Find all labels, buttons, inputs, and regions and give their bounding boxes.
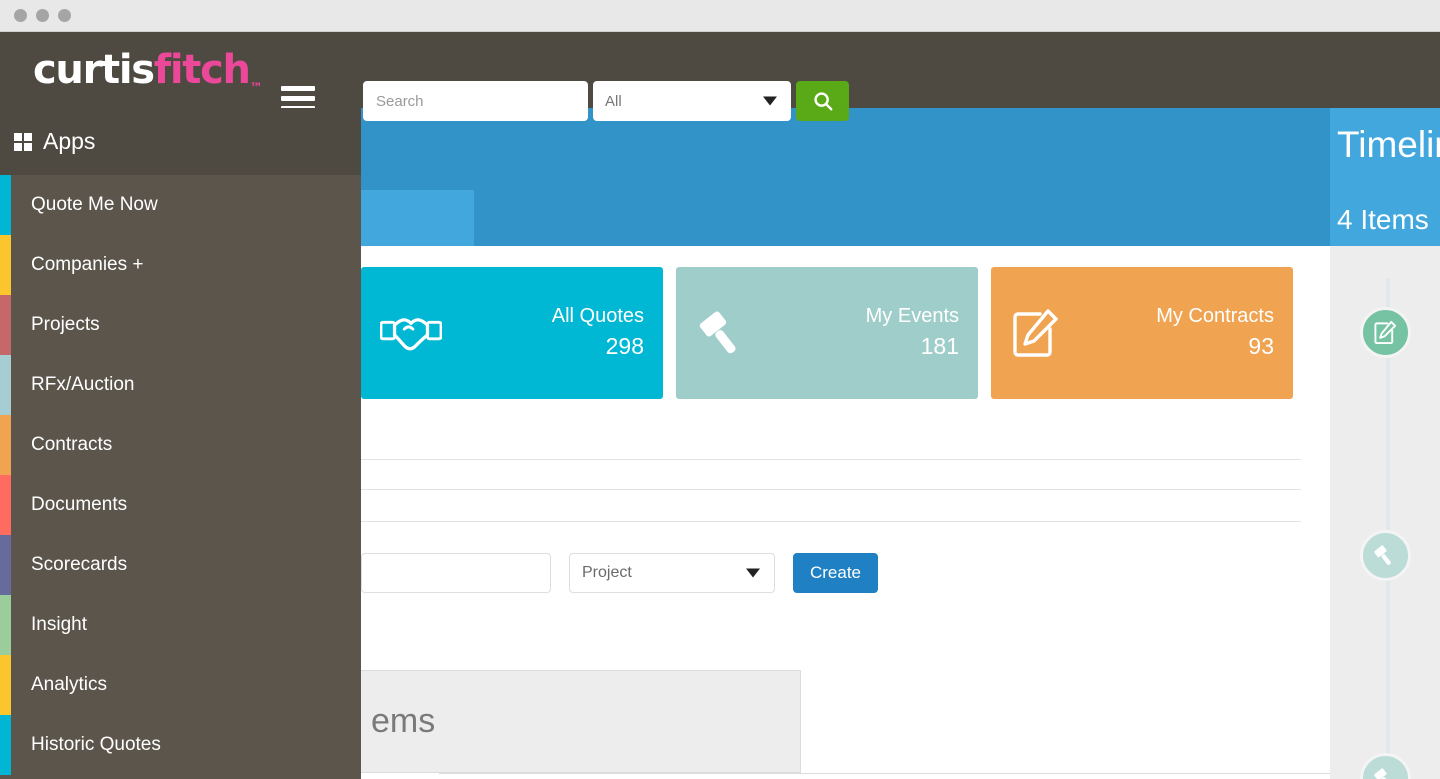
sidebar-accent-bar [0,295,11,355]
stat-card-value: 181 [920,333,959,359]
sidebar-accent-bar [0,655,11,715]
handshake-icon [380,309,442,357]
sidebar-accent-bar [0,415,11,475]
sidebar-item-label: Documents [31,494,128,515]
top-header-bar: curtisfitch™ All [0,32,1440,121]
sidebar-accent-bar [0,175,11,235]
chevron-down-icon [763,96,777,106]
apps-menu-list: Quote Me Now Companies + Projects RFx/Au… [0,175,361,779]
content-divider [361,459,1301,460]
search-scope-select[interactable]: All [593,81,791,121]
search-scope-value: All [605,92,622,110]
gavel-icon [695,307,753,359]
sidebar-accent-bar [0,475,11,535]
create-name-input[interactable] [361,553,551,593]
window-maximize-dot[interactable] [58,9,71,22]
sidebar-item-label: Quote Me Now [31,194,158,215]
create-type-select[interactable]: Project [569,553,775,593]
content-divider [361,521,1301,522]
contract-edit-icon [1374,320,1397,345]
sidebar-accent-bar [0,715,11,775]
sidebar-item-label: Insight [31,614,87,635]
sidebar-item-analytics[interactable]: Analytics [0,655,361,715]
timeline-node-contract[interactable] [1360,307,1411,358]
timeline-header: Timeline 4 Items [1330,108,1440,246]
app-logo[interactable]: curtisfitch™ [33,48,263,111]
apps-menu-label: Apps [43,128,96,154]
window-close-dot[interactable] [14,9,27,22]
stat-card-value: 298 [605,333,644,359]
sidebar-item-companies[interactable]: Companies + [0,235,361,295]
sidebar-item-rfx-auction[interactable]: RFx/Auction [0,355,361,415]
chevron-down-icon [746,568,760,578]
app-window: curtisfitch™ All [0,0,1440,779]
stat-card-text: My Events 181 [866,303,959,363]
sidebar-item-insight[interactable]: Insight [0,595,361,655]
apps-sidebar: Apps Quote Me Now Companies + Projects R… [0,108,361,779]
search-bar: All [363,81,849,121]
sidebar-accent-bar [0,535,11,595]
apps-grid-icon [14,132,32,151]
main-content: All Quotes 298 My Events 181 My Contract… [361,246,1330,779]
sidebar-accent-bar [0,235,11,295]
window-titlebar [0,0,1440,32]
stat-card-my-events[interactable]: My Events 181 [676,267,978,399]
create-form-row: Project Create [361,553,878,593]
timeline-item-count: 4 Items [1337,204,1429,235]
create-type-value: Project [582,564,632,581]
sidebar-item-contracts[interactable]: Contracts [0,415,361,475]
content-divider [361,489,1301,490]
sidebar-item-label: RFx/Auction [31,374,135,395]
search-submit-button[interactable] [796,81,849,121]
sidebar-item-label: Projects [31,314,100,335]
timeline-node-event[interactable] [1360,753,1411,779]
timeline-title: Timeline [1337,124,1440,165]
sidebar-item-documents[interactable]: Documents [0,475,361,535]
stat-cards: All Quotes 298 My Events 181 My Contract… [361,267,1293,399]
sidebar-item-projects[interactable]: Projects [0,295,361,355]
gavel-icon [1374,768,1391,779]
stat-card-text: All Quotes 298 [552,303,644,363]
sidebar-item-label: Companies + [31,254,144,275]
logo-primary-text: curtis [33,47,155,93]
create-button[interactable]: Create [793,553,878,593]
stat-card-value: 93 [1248,333,1274,359]
stat-card-title: My Events [865,305,959,327]
sidebar-item-label: Scorecards [31,554,128,575]
stat-card-text: My Contracts 93 [1156,303,1274,363]
gavel-icon [1374,545,1391,565]
timeline-node-event[interactable] [1360,530,1411,581]
search-icon [813,92,832,111]
logo-accent-text: fitch [153,47,251,93]
timeline-panel: Timeline 4 Items [1330,108,1440,779]
sidebar-item-label: Historic Quotes [31,734,161,755]
contract-edit-icon [1010,307,1062,359]
logo-trademark: ™ [249,81,263,96]
sidebar-item-quote-me-now[interactable]: Quote Me Now [0,175,361,235]
sidebar-item-scorecards[interactable]: Scorecards [0,535,361,595]
apps-menu-header[interactable]: Apps [0,108,361,175]
search-input[interactable] [363,81,588,121]
stat-card-my-contracts[interactable]: My Contracts 93 [991,267,1293,399]
page-banner [361,108,1440,246]
window-minimize-dot[interactable] [36,9,49,22]
items-summary-panel: ems [361,670,801,773]
stat-card-title: All Quotes [551,305,644,327]
stat-card-title: My Contracts [1156,305,1274,327]
stat-card-all-quotes[interactable]: All Quotes 298 [361,267,663,399]
sidebar-item-label: Contracts [31,434,113,455]
hamburger-bar [281,96,315,101]
sidebar-accent-bar [0,355,11,415]
banner-active-tab[interactable] [361,190,474,246]
panel-bottom-divider [439,773,1330,774]
sidebar-item-historic-quotes[interactable]: Historic Quotes [0,715,361,775]
sidebar-item-label: Analytics [31,674,108,695]
items-summary-label: ems [371,702,436,740]
hamburger-bar [281,86,315,91]
sidebar-accent-bar [0,595,11,655]
